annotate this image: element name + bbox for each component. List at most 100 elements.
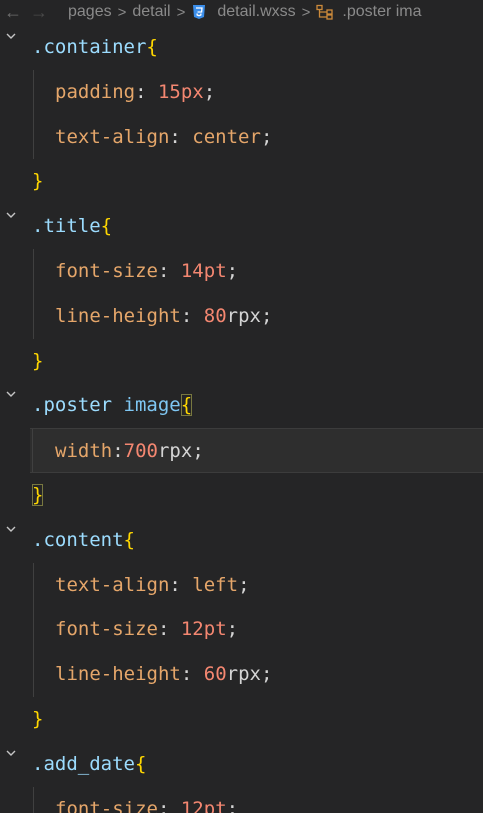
- code-area[interactable]: .container{ padding: 15px; text-align: c…: [0, 25, 483, 813]
- colon: :: [157, 618, 170, 641]
- code-line[interactable]: padding: 15px;: [0, 69, 483, 115]
- colon: :: [135, 80, 147, 103]
- fold-chevron-icon[interactable]: [4, 204, 20, 249]
- colon: :: [180, 304, 193, 327]
- close-brace: }: [32, 170, 44, 193]
- close-brace: }: [32, 707, 44, 730]
- breadcrumb-item-symbol[interactable]: .poster ima: [342, 3, 421, 21]
- css-number: 12: [180, 618, 204, 641]
- semicolon: ;: [192, 440, 204, 463]
- css-value: left: [192, 573, 239, 596]
- colon: :: [180, 663, 193, 686]
- fold-chevron-icon[interactable]: [4, 518, 20, 563]
- code-line[interactable]: line-height: 80rpx;: [0, 293, 483, 339]
- css-property: font-size: [55, 797, 158, 813]
- semicolon: ;: [260, 663, 273, 686]
- semicolon: ;: [203, 80, 216, 103]
- code-editor[interactable]: ← → pages > detail > detail.wxss > .post…: [0, 0, 483, 813]
- breadcrumb-separator: >: [301, 3, 311, 21]
- css-property: width: [55, 440, 113, 463]
- code-line[interactable]: .add_date{: [0, 742, 483, 787]
- css-property: line-height: [55, 663, 181, 686]
- fold-chevron-icon[interactable]: [4, 25, 20, 70]
- indent-guide: [33, 786, 34, 813]
- css-number: 700: [123, 440, 158, 463]
- close-brace: }: [32, 349, 44, 372]
- arrow-right-icon[interactable]: →: [26, 2, 52, 23]
- colon: :: [157, 797, 170, 813]
- css-value: 15px: [157, 80, 204, 103]
- css-value: center: [192, 125, 261, 148]
- colon: :: [112, 440, 124, 463]
- code-line[interactable]: text-align: left;: [0, 562, 483, 608]
- css-number: 80: [203, 304, 227, 327]
- css-property: text-align: [55, 573, 170, 596]
- breadcrumb: ← → pages > detail > detail.wxss > .post…: [0, 0, 483, 24]
- code-line[interactable]: .container{: [0, 25, 483, 70]
- code-line[interactable]: font-size: 12pt;: [0, 786, 483, 813]
- code-line[interactable]: }: [0, 339, 483, 384]
- css-file-icon: [191, 4, 207, 20]
- code-line[interactable]: }: [0, 697, 483, 742]
- code-line[interactable]: font-size: 14pt;: [0, 248, 483, 294]
- code-line-current[interactable]: width:700rpx;: [30, 428, 483, 473]
- css-number: 60: [203, 663, 227, 686]
- code-line[interactable]: }: [0, 159, 483, 204]
- semicolon: ;: [226, 618, 239, 641]
- code-line[interactable]: text-align: center;: [0, 114, 483, 160]
- semicolon: ;: [226, 797, 239, 813]
- breadcrumb-item-detail[interactable]: detail: [132, 3, 170, 21]
- css-unit: rpx: [226, 304, 261, 327]
- code-line[interactable]: .content{: [0, 518, 483, 563]
- semicolon: ;: [226, 259, 239, 282]
- fold-chevron-icon[interactable]: [4, 383, 20, 428]
- css-selector: .content: [32, 528, 124, 551]
- css-property: line-height: [55, 304, 181, 327]
- css-number: 14: [180, 259, 204, 282]
- code-line[interactable]: .title{: [0, 204, 483, 249]
- open-brace: {: [100, 215, 113, 238]
- indent-guide: [33, 69, 34, 115]
- css-selector-element: image: [123, 394, 181, 417]
- code-line[interactable]: line-height: 60rpx;: [0, 652, 483, 697]
- css-selector: .title: [32, 215, 101, 238]
- semicolon: ;: [260, 125, 273, 148]
- css-selector: .add_date: [32, 752, 135, 775]
- indent-guide: [33, 248, 34, 294]
- indent-guide: [33, 562, 34, 608]
- colon: :: [169, 573, 181, 596]
- breadcrumb-item-pages[interactable]: pages: [68, 3, 112, 21]
- indent-guide: [33, 607, 34, 653]
- open-brace-matched: {: [180, 394, 193, 417]
- colon: :: [157, 259, 170, 282]
- indent-guide: [33, 293, 34, 339]
- css-property: padding: [55, 80, 136, 103]
- arrow-left-icon[interactable]: ←: [0, 2, 26, 23]
- code-line[interactable]: }: [0, 473, 483, 518]
- close-brace-matched: }: [32, 483, 44, 506]
- css-unit: pt: [203, 618, 227, 641]
- fold-chevron-icon[interactable]: [4, 742, 20, 787]
- open-brace: {: [134, 752, 147, 775]
- indent-guide: [32, 429, 33, 472]
- code-line[interactable]: .poster image{: [0, 383, 483, 428]
- css-unit: pt: [203, 797, 227, 813]
- colon: :: [169, 125, 181, 148]
- css-unit: rpx: [226, 663, 261, 686]
- open-brace: {: [123, 528, 135, 551]
- indent-guide: [33, 114, 34, 160]
- css-property: font-size: [55, 259, 158, 282]
- breadcrumb-separator: >: [117, 3, 127, 21]
- semicolon: ;: [260, 304, 273, 327]
- css-number: 12: [180, 797, 204, 813]
- breadcrumb-item-file[interactable]: detail.wxss: [217, 3, 295, 21]
- css-property: text-align: [55, 125, 170, 148]
- css-selector: .poster: [32, 394, 113, 417]
- css-property: font-size: [55, 618, 158, 641]
- css-unit: rpx: [157, 440, 193, 463]
- code-line[interactable]: font-size: 12pt;: [0, 607, 483, 653]
- indent-guide: [33, 652, 34, 697]
- semicolon: ;: [238, 573, 250, 596]
- css-unit: pt: [203, 259, 227, 282]
- breadcrumb-separator: >: [176, 3, 186, 21]
